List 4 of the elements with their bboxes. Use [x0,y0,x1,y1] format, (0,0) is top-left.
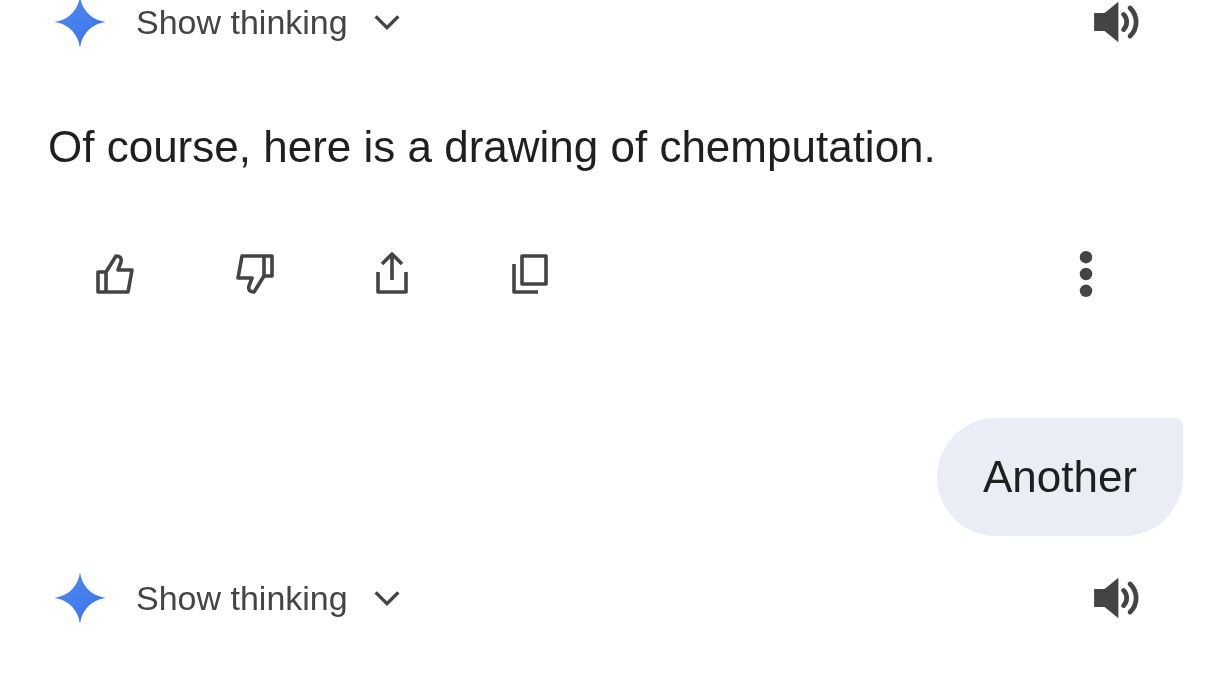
user-message: Another [936,418,1183,536]
show-thinking-toggle[interactable]: Show thinking [136,2,348,42]
show-thinking-toggle[interactable]: Show thinking [136,578,348,618]
response-text: Of course, here is a drawing of chemputation. [48,122,937,172]
